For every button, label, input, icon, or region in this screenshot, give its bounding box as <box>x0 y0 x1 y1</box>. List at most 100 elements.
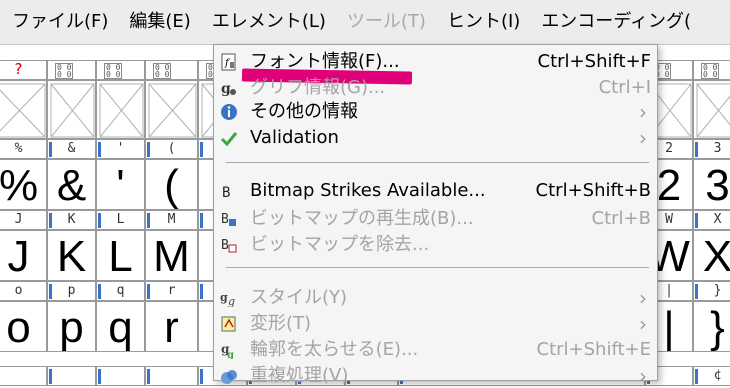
glyph-cell-header[interactable] <box>145 366 198 386</box>
glyph-cell-header[interactable]: ' <box>96 139 145 159</box>
glyph-preview: X <box>702 232 730 281</box>
glyph-cell-label: ¢ <box>713 368 722 383</box>
glyph-cell-header[interactable]: p <box>47 281 96 301</box>
glyph-cell-header[interactable] <box>96 366 145 386</box>
glyph-preview: L <box>108 232 133 281</box>
glyph-cell[interactable]: & <box>47 159 96 210</box>
submenu-arrow-icon: › <box>639 364 647 388</box>
empty-glyph-cell[interactable] <box>0 80 47 139</box>
glyph-cell-header[interactable]: X <box>693 210 730 230</box>
menu-file[interactable]: ファイル(F) <box>3 0 117 44</box>
glyph-cell[interactable]: M <box>145 230 198 281</box>
svg-text:B: B <box>221 238 229 253</box>
glyph-cell-header[interactable] <box>47 366 96 386</box>
glyph-cell-header[interactable]: 0 00 0 <box>693 60 730 80</box>
glyph-cell-header[interactable]: L <box>96 210 145 230</box>
glyph-cell-header[interactable]: ¢ <box>693 366 730 386</box>
svg-text:g: g <box>227 350 234 359</box>
glyph-cell-header[interactable]: % <box>0 139 47 159</box>
submenu-arrow-icon: › <box>639 126 647 150</box>
empty-glyph-cell[interactable] <box>693 80 730 139</box>
menu-item-regenerate-bitmap[interactable]: B ビットマップの再生成(B)... Ctrl+B <box>214 207 657 231</box>
glyph-cell[interactable]: } <box>693 301 730 352</box>
glyph-cell-label: q <box>116 283 125 298</box>
glyph-cell-label: ? <box>14 60 23 78</box>
glyph-cell-header[interactable]: 0 00 0 <box>145 60 198 80</box>
glyph-cell-label: X <box>713 212 722 227</box>
glyph-cell[interactable]: p <box>47 301 96 352</box>
menu-item-transform[interactable]: 変形(T) › <box>214 312 657 336</box>
menu-item-bitmap-strikes[interactable]: B Bitmap Strikes Available... Ctrl+Shift… <box>214 179 657 203</box>
glyph-cell-header[interactable]: J <box>0 210 47 230</box>
glyph-cell-header[interactable]: 3 <box>693 139 730 159</box>
glyph-cell-header[interactable]: q <box>96 281 145 301</box>
glyph-cell-header[interactable]: ? <box>0 60 47 80</box>
glyph-cell-label: p <box>67 283 76 298</box>
empty-glyph-cell[interactable] <box>47 80 96 139</box>
glyph-cell-label: ' <box>116 141 125 156</box>
glyph-cell[interactable]: r <box>145 301 198 352</box>
glyph-preview: ( <box>164 161 179 210</box>
glyph-cell[interactable]: 3 <box>693 159 730 210</box>
menu-item-validation[interactable]: Validation › <box>214 126 657 150</box>
glyph-preview: % <box>0 161 39 210</box>
glyph-code-box: 0 00 0 <box>701 63 720 79</box>
glyph-cell[interactable]: o <box>0 301 47 352</box>
glyph-cell-header[interactable]: & <box>47 139 96 159</box>
empty-glyph-cell[interactable] <box>96 80 145 139</box>
glyph-preview: ' <box>116 161 125 210</box>
glyph-marker <box>49 369 52 384</box>
glyph-cell-header[interactable]: 0 00 0 <box>47 60 96 80</box>
glyph-code-box: 0 00 0 <box>104 63 123 79</box>
menu-item-overlap[interactable]: 重複処理(V) › <box>214 364 657 388</box>
glyph-cell-label: K <box>67 212 76 227</box>
glyph-preview: } <box>710 303 725 352</box>
menu-item-remove-bitmap[interactable]: B ビットマップを除去... <box>214 233 657 257</box>
menu-item-other-info[interactable]: その他の情報 › <box>214 100 657 124</box>
glyph-cell-label: o <box>14 283 23 298</box>
glyph-cell[interactable]: X <box>693 230 730 281</box>
empty-glyph-cross-icon <box>50 83 95 138</box>
glyph-cell[interactable]: K <box>47 230 96 281</box>
glyph-cell-header[interactable]: } <box>693 281 730 301</box>
empty-glyph-cross-icon <box>148 83 197 138</box>
glyph-cell[interactable]: ( <box>145 159 198 210</box>
svg-text:B: B <box>222 185 230 200</box>
glyph-preview: & <box>56 161 87 210</box>
glyph-cell[interactable]: ' <box>96 159 145 210</box>
menu-item-style[interactable]: g g スタイル(Y) › <box>214 286 657 310</box>
menu-item-embolden[interactable]: g g 輪郭を太らせる(E)... Ctrl+Shift+E <box>214 338 657 362</box>
menu-encoding[interactable]: エンコーディング( <box>532 0 700 44</box>
glyph-cell-label: J <box>14 212 23 227</box>
glyph-cell-header[interactable]: 0 00 0 <box>96 60 145 80</box>
transform-icon <box>221 316 236 332</box>
glyph-cell-header[interactable]: K <box>47 210 96 230</box>
menu-hints[interactable]: ヒント(I) <box>438 0 529 44</box>
glyph-marker <box>147 369 150 384</box>
glyph-cell[interactable]: q <box>96 301 145 352</box>
info-icon <box>221 104 237 120</box>
empty-glyph-cross-icon <box>696 83 730 138</box>
menu-edit[interactable]: 編集(E) <box>120 0 199 44</box>
glyph-cell-header[interactable]: ( <box>145 139 198 159</box>
glyph-cell[interactable]: J <box>0 230 47 281</box>
empty-glyph-cell[interactable] <box>145 80 198 139</box>
menu-item-font-info[interactable]: f フォント情報(F)... Ctrl+Shift+F <box>214 50 657 74</box>
svg-text:g: g <box>228 295 235 307</box>
glyph-marker <box>200 213 203 228</box>
glyph-cell-header[interactable]: o <box>0 281 47 301</box>
glyph-cell[interactable]: L <box>96 230 145 281</box>
glyph-cell-label: & <box>67 141 76 156</box>
svg-text:B: B <box>221 212 229 227</box>
menu-element[interactable]: エレメント(L) <box>203 0 335 44</box>
glyph-cell-header[interactable]: r <box>145 281 198 301</box>
glyph-cell-header[interactable] <box>0 366 47 386</box>
menu-item-glyph-info[interactable]: g グリフ情報(G)... Ctrl+I <box>214 76 657 100</box>
glyph-cell-label: M <box>167 212 176 227</box>
glyph-cell[interactable]: % <box>0 159 47 210</box>
glyph-cell-header[interactable]: M <box>145 210 198 230</box>
menu-tools[interactable]: ツール(T) <box>338 0 435 44</box>
svg-text:g: g <box>220 291 228 304</box>
glyph-preview: K <box>56 232 87 281</box>
glyph-cell-label: 3 <box>713 141 722 156</box>
